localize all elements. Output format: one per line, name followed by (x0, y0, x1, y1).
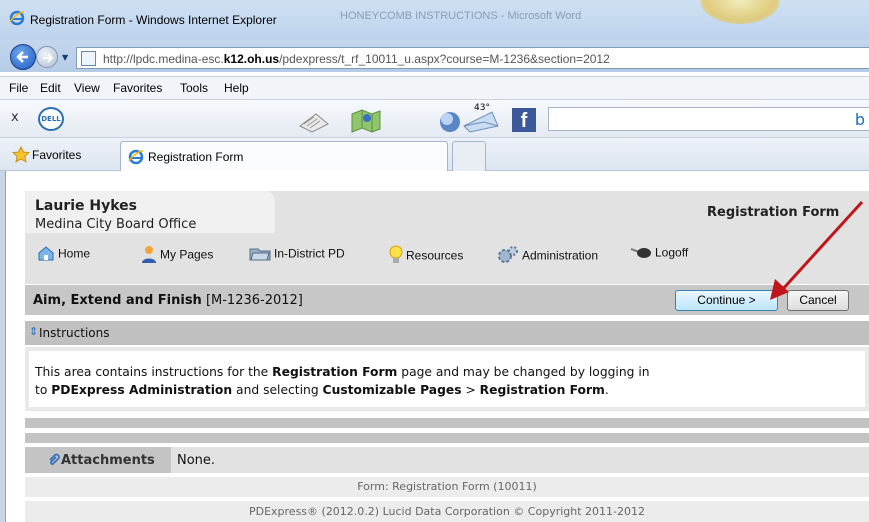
page-content: Laurie Hykes Medina City Board Office Re… (7, 171, 869, 522)
background-window-title: HONEYCOMB INSTRUCTIONS - Microsoft Word (340, 10, 582, 22)
news-icon[interactable] (296, 106, 332, 134)
search-engine-logo: b (854, 110, 865, 129)
expand-collapse-icon[interactable]: ⇕ (29, 325, 38, 338)
attachments-bar: Attachments None. (25, 447, 869, 473)
address-url[interactable]: http://lpdc.medina-esc.k12.oh.us/pdexpre… (103, 52, 610, 66)
nav-administration[interactable]: Administration (497, 245, 598, 268)
address-bar[interactable]: http://lpdc.medina-esc.k12.oh.us/pdexpre… (76, 47, 869, 69)
menu-file[interactable]: File (9, 81, 28, 95)
background-decoration (700, 0, 780, 24)
form-footer: Form: Registration Form (10011) (25, 477, 869, 497)
user-name: Laurie Hykes (35, 198, 138, 214)
instructions-body (29, 351, 865, 407)
nav-in-district-pd[interactable]: In-District PD (249, 245, 345, 264)
ie-tab-icon (128, 149, 144, 168)
menu-bar: File Edit View Favorites Tools Help (0, 76, 869, 100)
cancel-button[interactable]: Cancel (787, 290, 849, 311)
copyright-footer: PDExpress® (2012.0.2) Lucid Data Corpora… (25, 501, 869, 522)
course-title: Aim, Extend and Finish [M-1236-2012] (33, 293, 303, 308)
paperclip-icon (47, 452, 61, 470)
forward-button[interactable] (36, 46, 58, 68)
nav-resources[interactable]: Resources (389, 245, 463, 268)
section-divider (25, 433, 869, 443)
facebook-icon[interactable]: f (512, 108, 536, 132)
instructions-line-2: to PDExpress Administration and selectin… (35, 383, 609, 397)
tab-label: Registration Form (148, 150, 244, 164)
attachments-value: None. (177, 453, 216, 468)
instructions-header[interactable]: ⇕ Instructions (25, 321, 869, 345)
section-divider (25, 418, 869, 428)
page-title: Registration Form (707, 205, 840, 220)
favorites-star-icon[interactable] (11, 145, 31, 166)
menu-edit[interactable]: Edit (40, 81, 61, 95)
nav-my-pages[interactable]: My Pages (141, 245, 213, 266)
back-button[interactable] (10, 44, 36, 70)
nav-logoff[interactable]: Logoff (630, 245, 688, 262)
attachments-label: Attachments (61, 453, 155, 468)
menu-help[interactable]: Help (224, 81, 249, 95)
menu-tools[interactable]: Tools (180, 81, 208, 95)
dell-toolbar: x DELL 43° f b (0, 100, 869, 138)
home-icon (37, 245, 55, 264)
dell-logo-icon[interactable]: DELL (38, 107, 64, 131)
window-titlebar: Registration Form - Windows Internet Exp… (0, 0, 869, 40)
page-icon (81, 51, 96, 66)
favorites-label[interactable]: Favorites (32, 148, 81, 162)
map-icon[interactable] (348, 106, 384, 134)
nav-home[interactable]: Home (37, 245, 90, 264)
window-title: Registration Form - Windows Internet Exp… (30, 13, 277, 27)
window-frame-left (0, 171, 6, 522)
instructions-line-1: This area contains instructions for the … (35, 365, 650, 379)
menu-favorites[interactable]: Favorites (113, 81, 162, 95)
mail-icon[interactable] (462, 106, 499, 134)
ie-logo-icon (9, 10, 25, 29)
instructions-panel: This area contains instructions for the … (25, 347, 869, 411)
menu-view[interactable]: View (74, 81, 100, 95)
course-bar: Aim, Extend and Finish [M-1236-2012] Con… (25, 285, 869, 315)
folder-icon (249, 245, 271, 264)
favorites-bar: Favorites Registration Form (0, 138, 869, 171)
new-tab-button[interactable] (452, 141, 486, 171)
recent-pages-dropdown-icon[interactable]: ▼ (62, 53, 68, 62)
weather-icon[interactable] (430, 106, 466, 134)
back-arrow-icon (16, 51, 28, 63)
toolbar-search-input[interactable]: b (548, 107, 869, 131)
continue-button[interactable]: Continue > (675, 290, 778, 311)
office-name: Medina City Board Office (35, 217, 197, 232)
person-icon (141, 245, 157, 266)
close-toolbar-icon[interactable]: x (11, 110, 19, 125)
lightbulb-icon (389, 245, 403, 268)
forward-arrow-icon (43, 53, 54, 63)
tab-registration-form[interactable]: Registration Form (120, 141, 448, 171)
instructions-heading: Instructions (39, 326, 110, 340)
key-icon (630, 245, 652, 262)
main-nav: Home My Pages In-District PD Resources A… (25, 239, 869, 269)
gears-icon (497, 245, 519, 268)
